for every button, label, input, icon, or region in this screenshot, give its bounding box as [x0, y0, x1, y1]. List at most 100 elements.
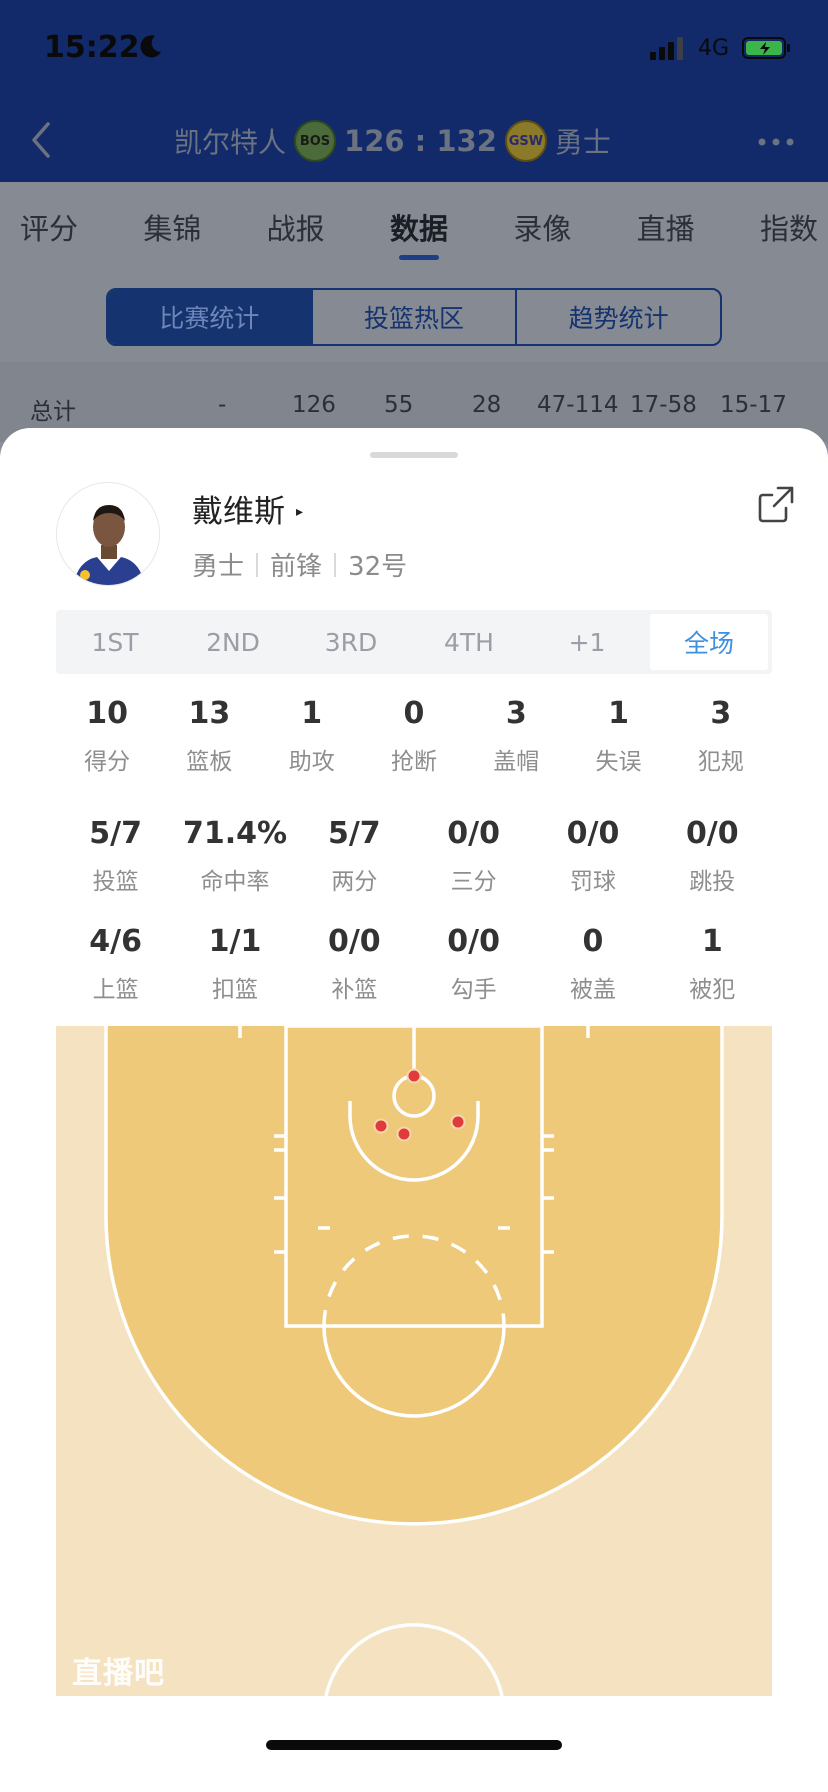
battery-icon	[742, 37, 790, 59]
home-indicator	[266, 1740, 562, 1750]
watermark-logo: 直播吧	[72, 1656, 165, 1691]
totals-cell: 28	[472, 392, 502, 418]
period-tab-1st[interactable]: 1ST	[56, 610, 174, 674]
tab-replay[interactable]: 录像	[513, 182, 571, 262]
stat-rebounds: 13 篮板	[158, 696, 260, 776]
shot-made-marker	[450, 1114, 466, 1130]
stats-row-basic: 10 得分 13 篮板 1 助攻 0 抢断 3 盖帽 1 失误 3 犯规	[56, 696, 772, 776]
network-label: 4G	[698, 36, 730, 61]
stat-label: 补篮	[331, 977, 378, 1003]
player-position: 前锋	[270, 552, 323, 582]
period-tabs: 1ST 2ND 3RD 4TH +1 全场	[56, 610, 772, 674]
period-tab-3rd[interactable]: 3RD	[292, 610, 410, 674]
match-score: 126 : 132	[344, 124, 497, 158]
player-number: 32号	[348, 552, 408, 582]
stat-value: 1/1	[208, 924, 262, 959]
shot-chart	[56, 1024, 772, 1697]
stat-dunks: 1/1 扣篮	[175, 924, 294, 1004]
stat-label: 跳投	[689, 869, 736, 895]
totals-label: 总计	[30, 399, 76, 425]
meta-divider	[256, 552, 259, 577]
stats-segmented-control: 比赛统计 投篮热区 趋势统计	[106, 288, 722, 346]
stat-points: 10 得分	[56, 696, 158, 776]
segment-shot-zones[interactable]: 投篮热区	[310, 290, 516, 344]
player-name[interactable]: 戴维斯	[192, 486, 285, 531]
stat-value: 1	[608, 696, 629, 731]
home-team-logo: BOS	[294, 120, 337, 162]
stat-value: 10	[86, 696, 129, 731]
stat-value: 0/0	[447, 924, 500, 959]
more-icon[interactable]	[756, 136, 796, 148]
stat-label: 抢断	[390, 749, 437, 775]
tab-index[interactable]: 指数	[760, 182, 818, 262]
stat-fouls-drawn: 1 被犯	[653, 924, 772, 1004]
stat-two-pt: 5/7 两分	[295, 816, 414, 896]
stat-label: 两分	[331, 869, 378, 895]
stat-label: 扣篮	[211, 977, 258, 1003]
player-photo	[57, 483, 159, 585]
sheet-grabber[interactable]	[370, 452, 458, 458]
tab-rating[interactable]: 评分	[20, 182, 78, 262]
stat-value: 1	[301, 696, 323, 731]
player-detail-sheet: 戴维斯 ▸ 勇士 前锋 32号 1ST 2ND 3RD 4TH +1 全场 10…	[0, 428, 828, 1792]
stat-value: 0/0	[566, 816, 620, 851]
stat-label: 三分	[450, 869, 497, 895]
signal-icon	[650, 37, 683, 60]
status-bar: 15:22 4G	[0, 0, 828, 100]
nav-bar: 凯尔特人 BOS 126 : 132 GSW 勇士	[0, 100, 828, 182]
stat-label: 罚球	[569, 869, 616, 895]
shot-made-marker	[396, 1126, 412, 1142]
stat-fg: 5/7 投篮	[56, 816, 175, 896]
match-header: 凯尔特人 BOS 126 : 132 GSW 勇士	[174, 118, 611, 164]
stat-hook-shots: 0/0 勾手	[414, 924, 533, 1004]
stat-value: 71.4%	[182, 816, 288, 851]
stat-value: 3	[505, 696, 527, 731]
totals-cell: 126	[292, 392, 336, 418]
share-icon[interactable]	[756, 484, 796, 524]
stat-value: 5/7	[327, 816, 381, 851]
totals-cell: 15-17	[720, 392, 787, 418]
stat-label: 盖帽	[493, 749, 540, 775]
totals-cell: -	[218, 392, 227, 418]
player-team: 勇士	[192, 552, 245, 582]
stat-value: 4/6	[89, 924, 143, 959]
stat-fg-pct: 71.4% 命中率	[175, 816, 294, 896]
stat-putbacks: 0/0 补篮	[295, 924, 414, 1004]
main-tabs: 评分 集锦 战报 数据 录像 直播 指数	[0, 182, 828, 262]
home-team-name: 凯尔特人	[174, 126, 287, 159]
stat-label: 助攻	[288, 749, 335, 775]
stat-layups: 4/6 上篮	[56, 924, 175, 1004]
tab-highlights[interactable]: 集锦	[143, 182, 201, 262]
player-avatar	[56, 482, 160, 586]
player-name-arrow-icon[interactable]: ▸	[296, 504, 303, 520]
shot-made-marker	[406, 1068, 422, 1084]
tab-live[interactable]: 直播	[637, 182, 695, 262]
segment-game-stats[interactable]: 比赛统计	[108, 290, 311, 344]
stat-value: 0/0	[327, 924, 381, 959]
totals-cell: 55	[384, 392, 414, 418]
tab-report[interactable]: 战报	[267, 182, 325, 262]
stat-assists: 1 助攻	[261, 696, 363, 776]
back-icon[interactable]	[24, 118, 58, 162]
stat-value: 1	[701, 924, 723, 959]
totals-cell: 47-114	[537, 392, 619, 418]
tab-data[interactable]: 数据	[390, 182, 448, 262]
segment-trend-stats[interactable]: 趋势统计	[515, 290, 720, 344]
stat-steals: 0 抢断	[363, 696, 465, 776]
period-tab-2nd[interactable]: 2ND	[174, 610, 292, 674]
stat-three-pt: 0/0 三分	[414, 816, 533, 896]
stat-free-throws: 0/0 罚球	[533, 816, 652, 896]
period-tab-full-game[interactable]: 全场	[650, 614, 768, 670]
stat-turnovers: 1 失误	[567, 696, 669, 776]
period-tab-4th[interactable]: 4TH	[410, 610, 528, 674]
totals-cell: 17-58	[630, 392, 697, 418]
court-diagram	[56, 1024, 772, 1697]
stat-label: 勾手	[450, 977, 497, 1003]
stats-row-shooting: 5/7 投篮 71.4% 命中率 5/7 两分 0/0 三分 0/0 罚球 0/0 跳投	[56, 816, 772, 896]
period-tab-overtime[interactable]: +1	[528, 610, 646, 674]
stat-value: 0/0	[685, 816, 739, 851]
stat-label: 犯规	[697, 749, 744, 775]
shot-made-marker	[373, 1118, 389, 1134]
stat-blocked: 0 被盖	[533, 924, 652, 1004]
stat-value: 5/7	[89, 816, 143, 851]
